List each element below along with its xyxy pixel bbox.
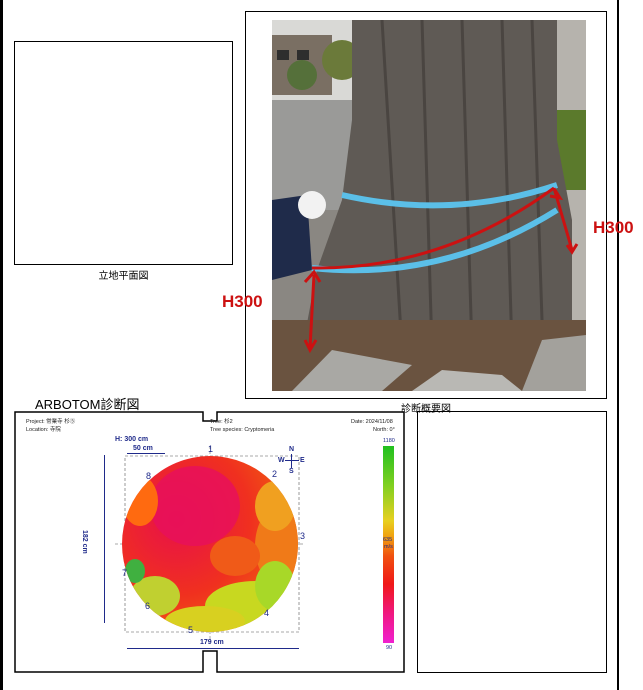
depth-dimension: 182 cm bbox=[81, 530, 88, 554]
north-text: North: 0° bbox=[373, 427, 395, 433]
sensor-5: 5 bbox=[188, 625, 194, 635]
sensor-2: 2 bbox=[272, 469, 278, 479]
height-label-right: H300 bbox=[593, 218, 634, 237]
legend-max: 1180 bbox=[383, 438, 395, 444]
notes-box bbox=[417, 411, 607, 673]
compass-s: S bbox=[289, 468, 294, 475]
legend-min: 90 bbox=[386, 645, 393, 651]
page-border-left bbox=[0, 0, 3, 690]
date-text: Date: 2024/11/08 bbox=[351, 419, 393, 425]
location-text: Location: 寺院 bbox=[26, 427, 61, 433]
width-dimension-line bbox=[127, 648, 299, 649]
height-text: H: 300 cm bbox=[115, 436, 149, 443]
page-border-right bbox=[617, 0, 619, 690]
compass: N S W E bbox=[278, 446, 306, 476]
site-plan-caption: 立地平面図 bbox=[98, 271, 149, 282]
sensor-4: 4 bbox=[264, 608, 270, 618]
compass-n: N bbox=[289, 446, 295, 453]
depth-dimension-line bbox=[104, 455, 105, 623]
tomogram bbox=[105, 446, 310, 656]
species-text: Tree species: Cryptomeria bbox=[210, 427, 275, 433]
height-label-left: H300 bbox=[222, 292, 263, 311]
width-dimension-text: 179 cm bbox=[200, 639, 224, 646]
compass-w: W bbox=[278, 457, 285, 464]
sensor-8: 8 bbox=[146, 471, 152, 481]
site-plan-box bbox=[14, 41, 233, 265]
sensor-7: 7 bbox=[122, 568, 128, 578]
legend-mid: 635 bbox=[383, 537, 393, 543]
project-text: Project: 常業寺 杉⑤ bbox=[26, 419, 76, 425]
compass-e: E bbox=[300, 457, 305, 464]
compass-cross-h bbox=[285, 460, 299, 461]
sensor-1: 1 bbox=[208, 444, 214, 454]
sensor-3: 3 bbox=[300, 531, 306, 541]
tree-photo bbox=[272, 20, 586, 391]
sensor-6: 6 bbox=[145, 601, 151, 611]
legend-unit: m/s bbox=[384, 544, 393, 550]
tree-text: Tree: 杉2 bbox=[210, 419, 233, 425]
depth-dimension-text: 182 cm bbox=[81, 530, 88, 554]
compass-cross-v bbox=[291, 454, 292, 468]
